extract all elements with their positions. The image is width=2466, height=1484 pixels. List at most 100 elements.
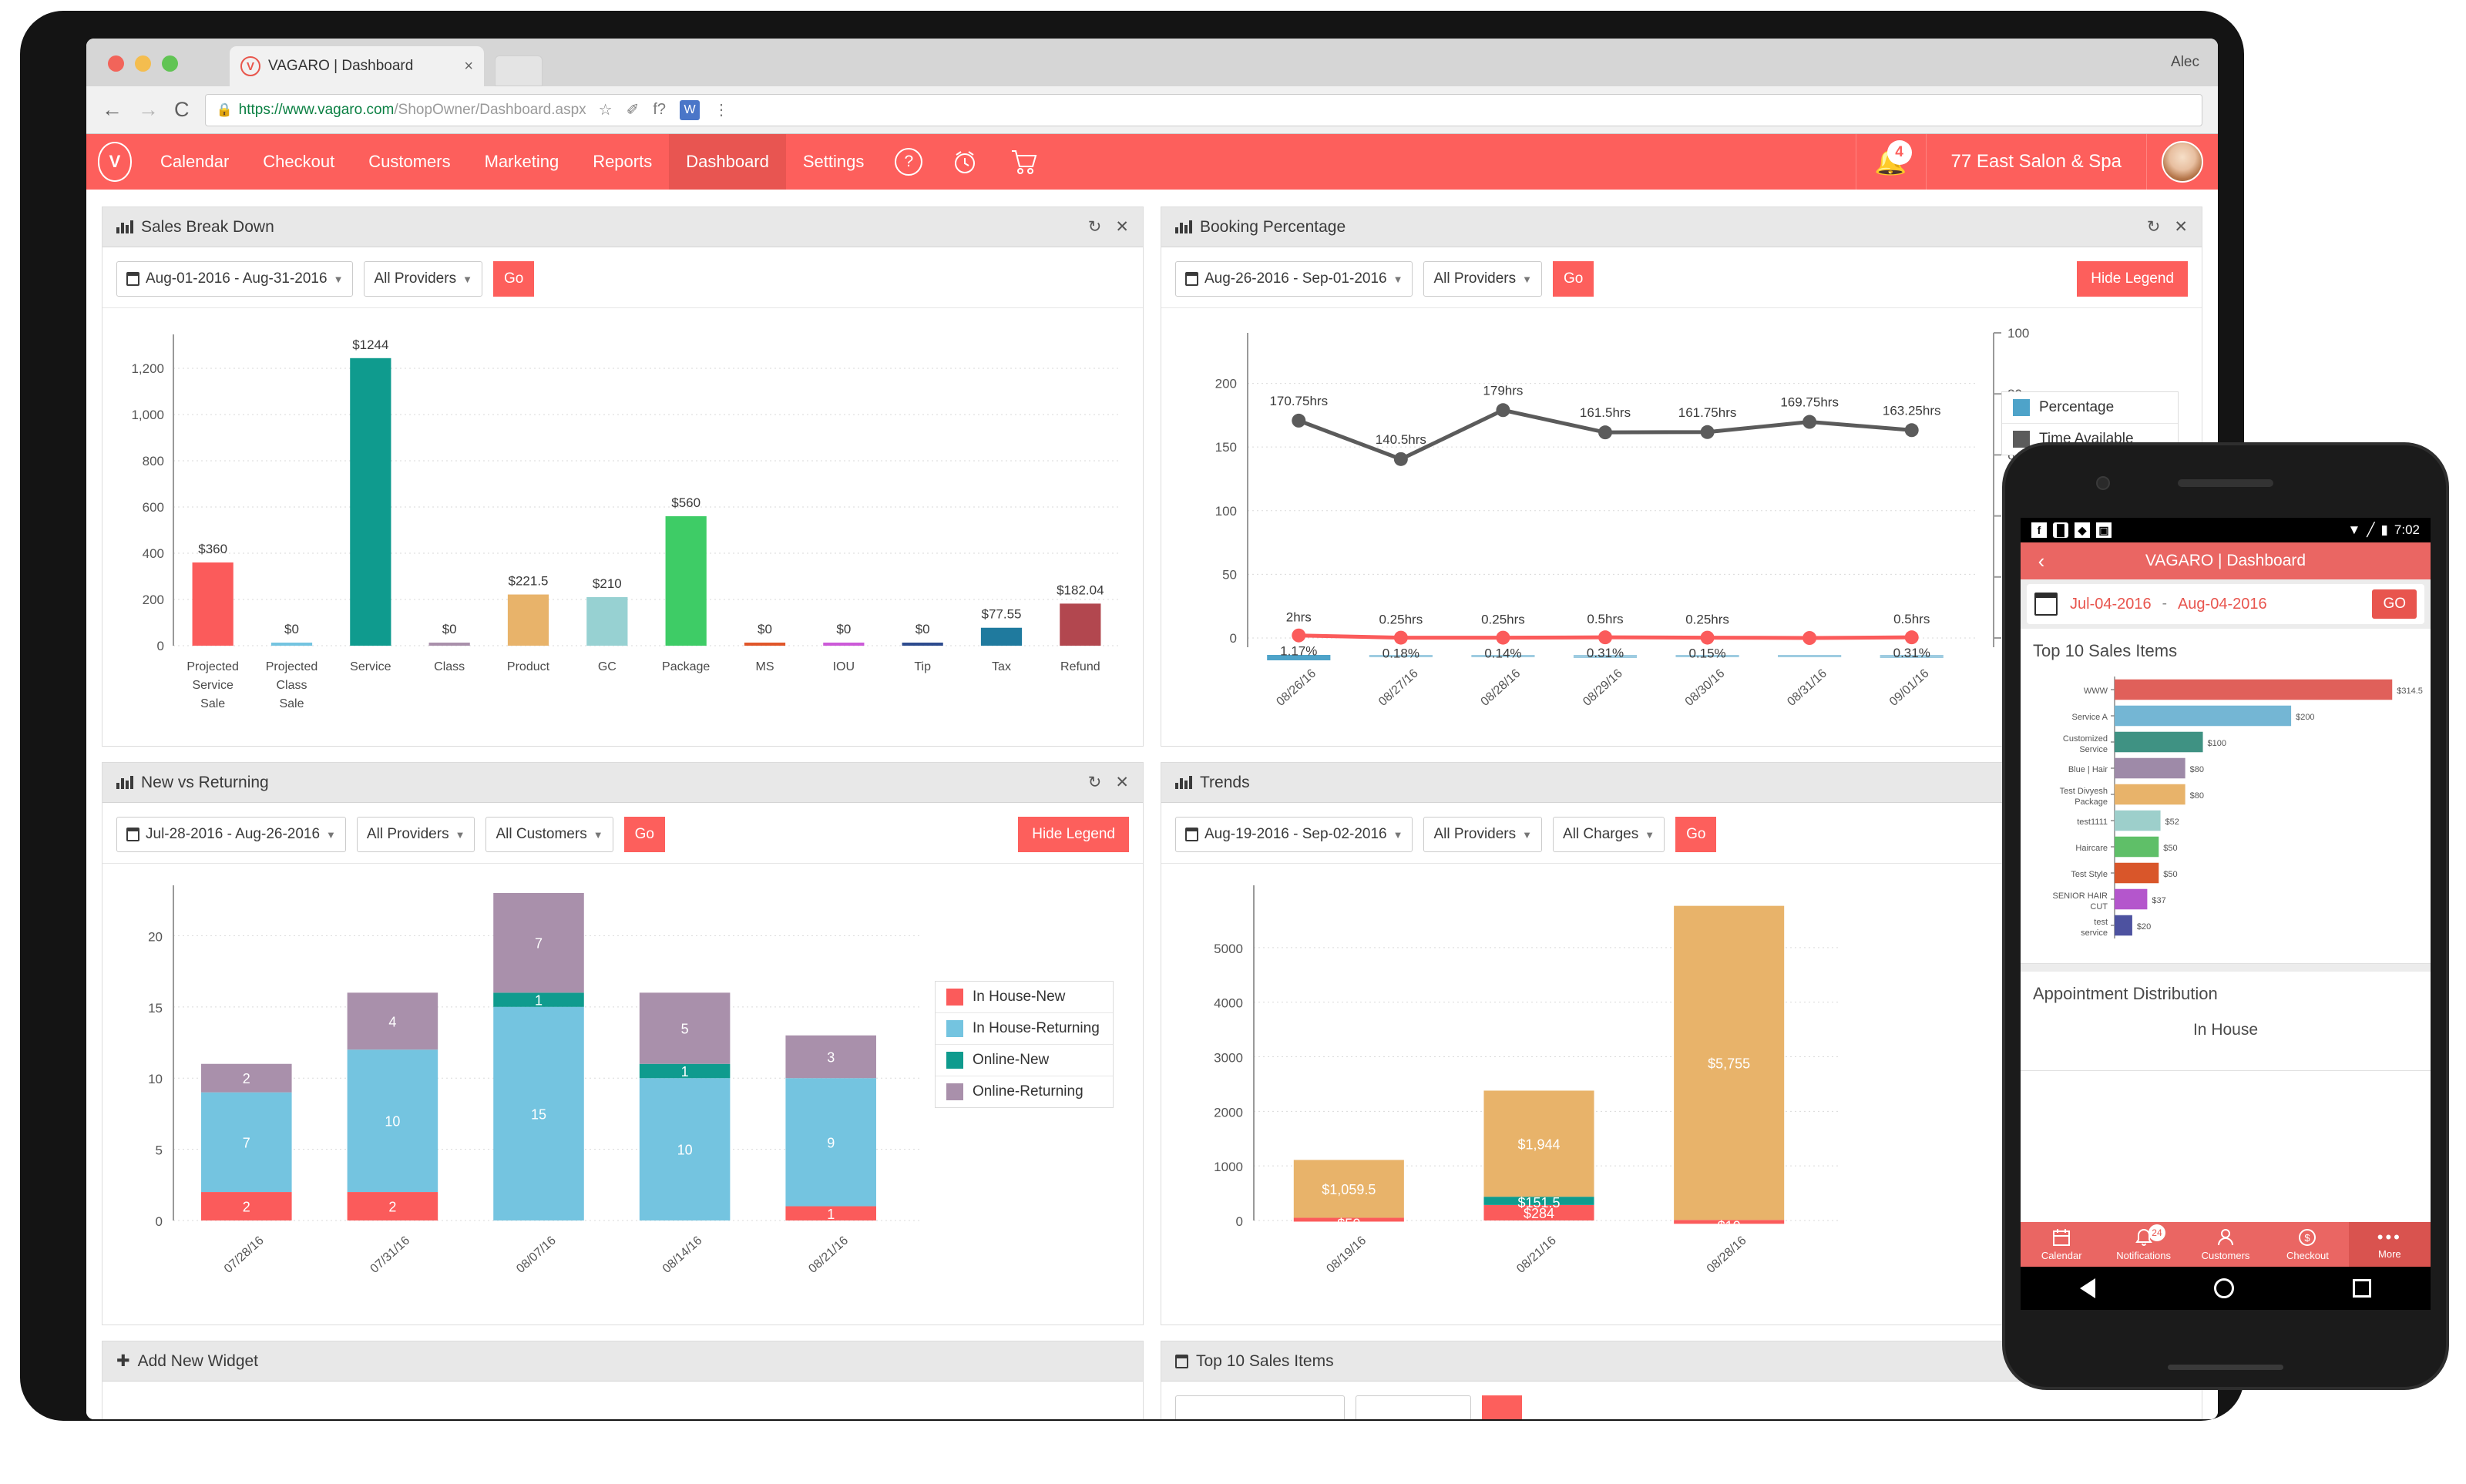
phone-tab-customers[interactable]: Customers	[2185, 1222, 2266, 1267]
new-tab-button[interactable]	[495, 55, 543, 86]
date-range-picker[interactable]: Jul-28-2016 - Aug-26-2016 ▼	[116, 817, 346, 852]
widget-title: Add New Widget	[137, 1351, 259, 1370]
provider-select[interactable]: All Providers ▼	[356, 817, 475, 852]
svg-text:08/21/16: 08/21/16	[1514, 1234, 1559, 1275]
nav-item-settings[interactable]: Settings	[786, 134, 882, 190]
legend-item[interactable]: Online-Returning	[936, 1076, 1113, 1107]
nav-item-marketing[interactable]: Marketing	[468, 134, 576, 190]
svg-text:$560: $560	[671, 495, 700, 510]
shop-name[interactable]: 77 East Salon & Spa	[1927, 134, 2147, 190]
svg-text:100: 100	[1215, 504, 1237, 519]
svg-text:MS: MS	[756, 660, 774, 673]
svg-text:15: 15	[148, 1001, 163, 1016]
browser-tabstrip: V VAGARO | Dashboard × Alec	[86, 39, 2218, 86]
go-button[interactable]	[1482, 1395, 1522, 1419]
chevron-down-icon: ▼	[1393, 828, 1403, 841]
provider-select[interactable]	[1356, 1395, 1471, 1419]
date-range-picker[interactable]: Aug-19-2016 - Sep-02-2016 ▼	[1175, 817, 1413, 852]
svg-text:Projected: Projected	[186, 660, 239, 673]
help-icon[interactable]: ?	[881, 134, 936, 190]
back-icon[interactable]: ←	[102, 99, 123, 120]
refresh-icon[interactable]: ↻	[1088, 217, 1102, 237]
legend-swatch	[2013, 399, 2030, 416]
android-recents-icon[interactable]	[2353, 1279, 2371, 1298]
close-icon[interactable]: ✕	[1115, 773, 1129, 792]
browser-menu-icon[interactable]: ⋮	[714, 100, 729, 119]
phone-date-card[interactable]: Jul-04-2016 - Aug-04-2016 GO	[2027, 584, 2424, 624]
address-bar[interactable]: 🔒 https://www.vagaro.com/ShopOwner/Dashb…	[204, 93, 2202, 126]
alarm-clock-icon[interactable]	[936, 134, 993, 190]
svg-text:$52: $52	[2165, 818, 2179, 827]
forward-icon[interactable]: →	[138, 99, 159, 120]
cart-icon[interactable]	[993, 134, 1052, 190]
date-range-picker[interactable]: Aug-26-2016 - Sep-01-2016 ▼	[1175, 261, 1413, 297]
reload-icon[interactable]: C	[174, 99, 190, 120]
back-icon[interactable]: ‹	[2021, 549, 2062, 573]
go-button[interactable]: GO	[2372, 589, 2417, 619]
tab-label: Calendar	[2041, 1250, 2082, 1261]
legend-item[interactable]: Percentage	[2002, 392, 2178, 424]
phone-tab-more[interactable]: ••• More	[2348, 1222, 2431, 1267]
legend-item[interactable]: Online-New	[936, 1045, 1113, 1076]
refresh-icon[interactable]: ↻	[2147, 217, 2161, 237]
phone-tab-checkout[interactable]: $ Checkout	[2266, 1222, 2348, 1267]
f2-extension-icon[interactable]: f?	[653, 101, 666, 119]
go-button[interactable]: Go	[1553, 261, 1594, 297]
nav-item-calendar[interactable]: Calendar	[143, 134, 246, 190]
svg-text:$50: $50	[2163, 844, 2177, 853]
pen-icon[interactable]: ✐	[627, 100, 640, 119]
charges-select[interactable]: All Charges ▼	[1553, 817, 1665, 852]
avatar[interactable]	[2147, 134, 2218, 190]
android-back-icon[interactable]	[2080, 1278, 2095, 1298]
close-tab-icon[interactable]: ×	[459, 58, 473, 76]
notifications-button[interactable]: 🔔 4	[1855, 134, 1927, 190]
date-to[interactable]: Aug-04-2016	[2178, 596, 2267, 613]
nav-item-checkout[interactable]: Checkout	[246, 134, 351, 190]
legend-item[interactable]: In House-Returning	[936, 1013, 1113, 1045]
hide-legend-button[interactable]: Hide Legend	[2077, 261, 2188, 297]
svg-text:$0: $0	[758, 622, 772, 636]
hide-legend-button[interactable]: Hide Legend	[1018, 817, 1129, 852]
phone-tab-calendar[interactable]: Calendar	[2021, 1222, 2102, 1267]
go-button[interactable]: Go	[623, 817, 665, 852]
date-range-picker[interactable]	[1175, 1395, 1345, 1419]
w-extension-icon[interactable]: W	[680, 99, 700, 120]
minimize-window-icon[interactable]	[135, 55, 151, 72]
close-icon[interactable]: ✕	[2174, 217, 2188, 237]
close-window-icon[interactable]	[108, 55, 124, 72]
provider-select[interactable]: All Providers ▼	[1423, 817, 1543, 852]
provider-value: All Providers	[366, 826, 449, 842]
phone-tab-notifications[interactable]: 24 Notifications	[2102, 1222, 2184, 1267]
refresh-icon[interactable]: ↻	[1088, 773, 1102, 792]
nav-item-reports[interactable]: Reports	[576, 134, 669, 190]
chevron-down-icon: ▼	[1522, 273, 1533, 285]
svg-text:08/27/16: 08/27/16	[1376, 666, 1421, 708]
maximize-window-icon[interactable]	[162, 55, 178, 72]
vagaro-logo[interactable]: V	[86, 134, 143, 190]
window-traffic-lights[interactable]	[108, 55, 178, 72]
bookmark-star-icon[interactable]: ☆	[599, 100, 613, 119]
go-button[interactable]: Go	[492, 261, 535, 297]
legend-item[interactable]: In House-New	[936, 982, 1113, 1013]
provider-value: All Providers	[1433, 826, 1517, 842]
widget-add-new-widget[interactable]: ✚ Add New Widget	[102, 1341, 1144, 1419]
nav-item-customers[interactable]: Customers	[351, 134, 467, 190]
browser-tab[interactable]: V VAGARO | Dashboard ×	[230, 46, 484, 86]
nav-item-dashboard[interactable]: Dashboard	[669, 134, 786, 190]
customer-select[interactable]: All Customers ▼	[485, 817, 613, 852]
battery-icon: ▮	[2380, 522, 2388, 537]
tab-label: More	[2378, 1248, 2401, 1260]
provider-select[interactable]: All Providers ▼	[364, 261, 482, 297]
close-icon[interactable]: ✕	[1115, 217, 1129, 237]
date-range-picker[interactable]: Aug-01-2016 - Aug-31-2016 ▼	[116, 261, 354, 297]
svg-text:Service: Service	[192, 679, 233, 692]
svg-text:5000: 5000	[1214, 942, 1243, 956]
phone-date-row: Jul-04-2016 - Aug-04-2016 GO	[2021, 579, 2431, 629]
provider-select[interactable]: All Providers ▼	[1423, 261, 1543, 297]
go-button[interactable]: Go	[1675, 817, 1717, 852]
date-from[interactable]: Jul-04-2016	[2070, 596, 2152, 613]
browser-profile-name[interactable]: Alec	[2171, 54, 2199, 71]
android-home-icon[interactable]	[2214, 1278, 2234, 1298]
svg-text:0: 0	[157, 639, 164, 653]
